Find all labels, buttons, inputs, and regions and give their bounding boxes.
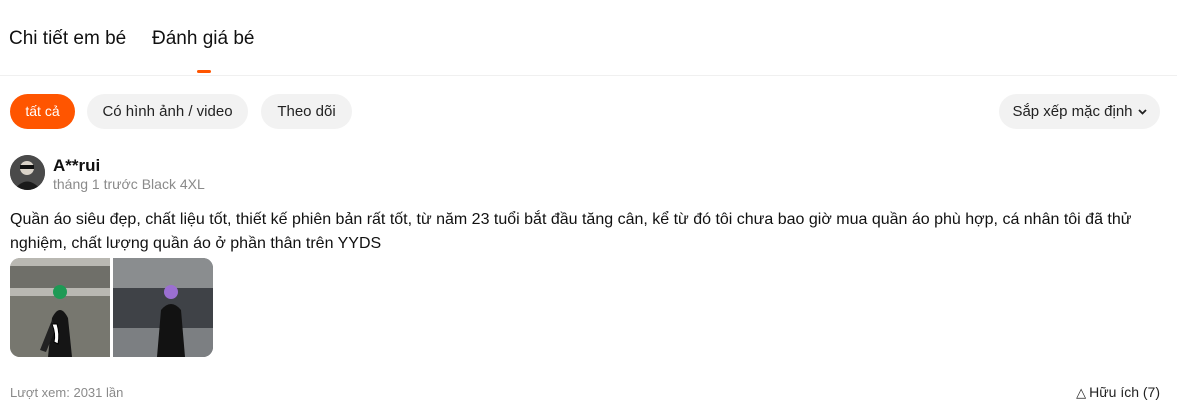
review-text: Quần áo siêu đẹp, chất liệu tốt, thiết k… [10, 211, 1132, 252]
helpful-button[interactable]: △ Hữu ích (7) [1076, 384, 1160, 401]
review-filter-bar: tất cả Có hình ảnh / video Theo dõi Sắp … [0, 94, 1177, 130]
view-count: Lượt xem: 2031 lần [10, 385, 124, 400]
review-photo[interactable] [10, 258, 110, 357]
avatar[interactable] [10, 155, 45, 190]
sort-dropdown[interactable]: Sắp xếp mặc định [999, 94, 1160, 129]
triangle-outline-icon: △ [1076, 385, 1087, 400]
review-photo[interactable] [113, 258, 213, 357]
tab-reviews[interactable]: Đánh giá bé [152, 28, 254, 50]
chevron-down-icon [1137, 95, 1147, 130]
filter-following-button[interactable]: Theo dõi [261, 94, 352, 129]
reviewer-name: A**rui [53, 156, 101, 175]
filter-with-media-button[interactable]: Có hình ảnh / video [87, 94, 248, 129]
helpful-label: Hữu ích (7) [1089, 384, 1160, 400]
review-time: tháng 1 trước [53, 176, 138, 192]
active-tab-indicator [197, 70, 211, 73]
purchased-variant: Black 4XL [141, 176, 205, 192]
filter-all-button[interactable]: tất cả [10, 94, 75, 129]
tab-bar: Chi tiết em bé Đánh giá bé [0, 0, 1177, 76]
sort-label: Sắp xếp mặc định [1012, 103, 1133, 120]
tab-product-detail[interactable]: Chi tiết em bé [9, 28, 126, 50]
review-meta: tháng 1 trước Black 4XL [53, 176, 205, 192]
